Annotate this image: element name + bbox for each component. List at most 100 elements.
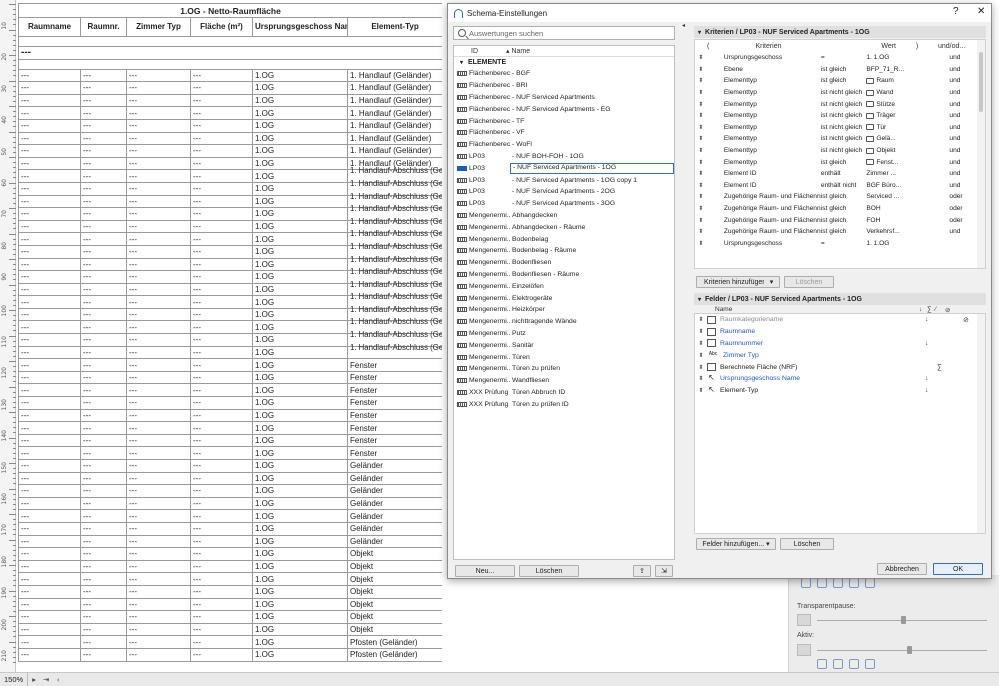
- list-item[interactable]: Flächenberec...- TF: [454, 115, 674, 127]
- criteria-row[interactable]: ⬍ Elementtyp ist nicht gleich Objekt und: [695, 145, 985, 157]
- zoom-level[interactable]: 150%: [0, 673, 29, 686]
- criterion-name[interactable]: Ebene: [707, 66, 821, 73]
- criterion-value[interactable]: Zimmer ...: [866, 170, 937, 177]
- criterion-operator[interactable]: ist nicht gleich: [821, 147, 867, 154]
- field-row[interactable]: ⬍ Raumkategoriename ↓ ⊘: [695, 314, 985, 326]
- table-row[interactable]: --- --- --- --- 1.OG 1. Handlauf (Geländer): [18, 106, 442, 120]
- criteria-row[interactable]: ⬍ Ursprungsgeschoss = 1. 1.OG und: [695, 52, 985, 64]
- criteria-row[interactable]: ⬍ Elementtyp ist nicht gleich Träger und: [695, 110, 985, 122]
- table-row[interactable]: --- --- --- --- 1.OG Fenster: [18, 396, 442, 410]
- list-item[interactable]: Mengenermi... Heizkörper: [454, 304, 674, 316]
- table-row[interactable]: --- --- --- --- 1.OG 1. Handlauf (Geländer): [18, 93, 442, 108]
- table-row[interactable]: --- --- --- --- 1.OG Geländer: [18, 521, 442, 536]
- column-header[interactable]: Element-Typ: [346, 17, 442, 37]
- criteria-section-header[interactable]: ▾ Kriterien / LP03 - NUF Serviced Apartme…: [694, 26, 986, 38]
- hide-icon[interactable]: ⊘: [963, 316, 975, 324]
- swatch[interactable]: [797, 614, 811, 626]
- criterion-name[interactable]: Zugehörige Raum- und Flächennutzu...: [707, 217, 821, 224]
- delete-criteria-button[interactable]: Löschen: [784, 276, 834, 288]
- table-row[interactable]: --- --- --- --- 1.OG Geländer: [18, 496, 442, 511]
- criterion-name[interactable]: Elementtyp: [707, 112, 821, 119]
- criterion-name[interactable]: Elementtyp: [707, 101, 821, 108]
- search-box[interactable]: [453, 26, 675, 40]
- criterion-value[interactable]: BFP_71_R...: [866, 66, 937, 73]
- table-row[interactable]: --- --- --- --- 1.OG Objekt: [18, 610, 442, 624]
- field-name[interactable]: Zimmer Typ: [723, 352, 928, 359]
- column-header[interactable]: Raumname: [18, 17, 81, 37]
- list-item[interactable]: Mengenermi... nichttragende Wände: [454, 316, 674, 328]
- fields-table[interactable]: ⬍ Raumkategoriename ↓ ⊘ ⬍ Raumname ⬍ Raumnummer…: [694, 313, 986, 534]
- criterion-operator[interactable]: ist gleich: [821, 77, 867, 84]
- scroll-thumb[interactable]: [979, 52, 983, 112]
- list-item[interactable]: Mengenermi... Einzelöfen: [454, 280, 674, 292]
- export-icon[interactable]: ⇲: [655, 565, 673, 577]
- table-row[interactable]: --- --- --- --- 1.OG Geländer: [18, 459, 442, 473]
- column-header[interactable]: Fläche (m²): [190, 17, 253, 37]
- list-item[interactable]: Mengenermi... Bodenbelag: [454, 233, 674, 245]
- tool-icon[interactable]: [849, 578, 859, 588]
- criteria-row[interactable]: ⬍ Element ID enthält nicht BGF Büro... und: [695, 180, 985, 192]
- criterion-operator[interactable]: ist gleich: [821, 66, 867, 73]
- criterion-operator[interactable]: enthält: [821, 170, 867, 177]
- criterion-value[interactable]: Fenst...: [866, 159, 937, 166]
- criteria-table[interactable]: ( Kriterien Wert ) und/od... ⬍ Ursprungsg…: [694, 39, 986, 269]
- tool-icon[interactable]: [865, 659, 875, 669]
- delete-fields-button[interactable]: Löschen: [780, 538, 834, 550]
- criterion-operator[interactable]: ist gleich: [821, 159, 867, 166]
- criteria-row[interactable]: ⬍Zugehörige Raum- und Flächennutzu...ist…: [695, 191, 985, 203]
- criterion-value[interactable]: Tür: [866, 124, 937, 131]
- slider-knob[interactable]: [901, 616, 906, 624]
- add-fields-button[interactable]: Felder hinzufügen... ▾: [696, 538, 776, 550]
- field-name[interactable]: Element-Typ: [720, 387, 925, 394]
- criterion-operator[interactable]: =: [821, 240, 867, 247]
- table-row[interactable]: --- --- --- --- 1.OG Geländer: [18, 471, 442, 486]
- drag-handle-icon[interactable]: ⬍: [695, 101, 707, 108]
- list-item[interactable]: Mengenermi... Sanitär: [454, 339, 674, 351]
- list-item[interactable]: Flächenberec...- VF: [454, 127, 674, 139]
- delete-schedule-button[interactable]: Löschen: [519, 565, 579, 577]
- fields-section-header[interactable]: ▾ Felder / LP03 - NUF Serviced Apartments…: [694, 293, 986, 305]
- drag-handle-icon[interactable]: ⬍: [695, 228, 707, 235]
- list-item[interactable]: Mengenermi... Abhangdecken - Räume: [454, 221, 674, 233]
- criterion-value[interactable]: Gelä...: [866, 135, 937, 142]
- list-item[interactable]: XXX Prüfung Türen zu prüfen ID: [454, 398, 674, 410]
- drag-handle-icon[interactable]: ⬍: [695, 328, 707, 335]
- criterion-name[interactable]: Elementtyp: [707, 159, 821, 166]
- drag-handle-icon[interactable]: ⬍: [695, 112, 707, 119]
- criterion-value[interactable]: Stütze: [866, 101, 937, 108]
- table-row[interactable]: --- --- --- --- 1.OG Fenster: [18, 358, 442, 372]
- drag-handle-icon[interactable]: ⬍: [695, 387, 707, 394]
- field-name[interactable]: Ursprungsgeschoss Name: [720, 375, 925, 382]
- drag-handle-icon[interactable]: ⬍: [695, 124, 707, 131]
- criterion-name[interactable]: Zugehörige Raum- und Flächennutzu...: [707, 193, 821, 200]
- drag-handle-icon[interactable]: ⬍: [695, 147, 707, 154]
- drag-handle-icon[interactable]: ⬍: [695, 66, 707, 73]
- drag-handle-icon[interactable]: ⬍: [695, 182, 707, 189]
- criteria-row[interactable]: ⬍ Elementtyp ist gleich Fenst... und: [695, 156, 985, 168]
- ok-button[interactable]: OK: [933, 563, 983, 575]
- field-row[interactable]: ⬍ Abc Zimmer Typ: [695, 349, 985, 361]
- list-item[interactable]: Mengenermi... Bodenfliesen: [454, 257, 674, 269]
- table-row[interactable]: --- --- --- --- 1.OG Fenster: [18, 383, 442, 398]
- field-name[interactable]: Raumkategoriename: [720, 316, 925, 323]
- table-row[interactable]: --- --- --- --- 1.OG Geländer: [18, 509, 442, 523]
- list-item[interactable]: Flächenberec...- NUF Serviced Apartments…: [454, 103, 674, 115]
- criteria-row[interactable]: ⬍Zugehörige Raum- und Flächennutzu...ist…: [695, 226, 985, 238]
- dialog-titlebar[interactable]: Schema-Einstellungen ? ✕: [448, 4, 991, 22]
- import-icon[interactable]: ⇪: [633, 565, 651, 577]
- list-item[interactable]: Mengenermi... Bodenbelag - Räume: [454, 245, 674, 257]
- criterion-value[interactable]: FOH: [866, 217, 937, 224]
- drag-handle-icon[interactable]: ⬍: [695, 77, 707, 84]
- column-header[interactable]: Zimmer Typ: [126, 17, 191, 37]
- drag-handle-icon[interactable]: ⬍: [695, 352, 707, 359]
- drag-handle-icon[interactable]: ⬍: [695, 240, 707, 247]
- table-row[interactable]: --- --- --- --- 1.OG Fenster: [18, 370, 442, 385]
- drag-handle-icon[interactable]: ⬍: [695, 316, 707, 323]
- tool-icon[interactable]: [849, 659, 859, 669]
- list-item[interactable]: Flächenberec...- BRI: [454, 80, 674, 92]
- criterion-name[interactable]: Elementtyp: [707, 77, 821, 84]
- field-row[interactable]: ⬍ Raumname: [695, 326, 985, 338]
- criterion-name[interactable]: Zugehörige Raum- und Flächennutzu...: [707, 228, 821, 235]
- tool-icon[interactable]: [817, 578, 827, 588]
- fit-icon[interactable]: ⇥: [40, 675, 52, 684]
